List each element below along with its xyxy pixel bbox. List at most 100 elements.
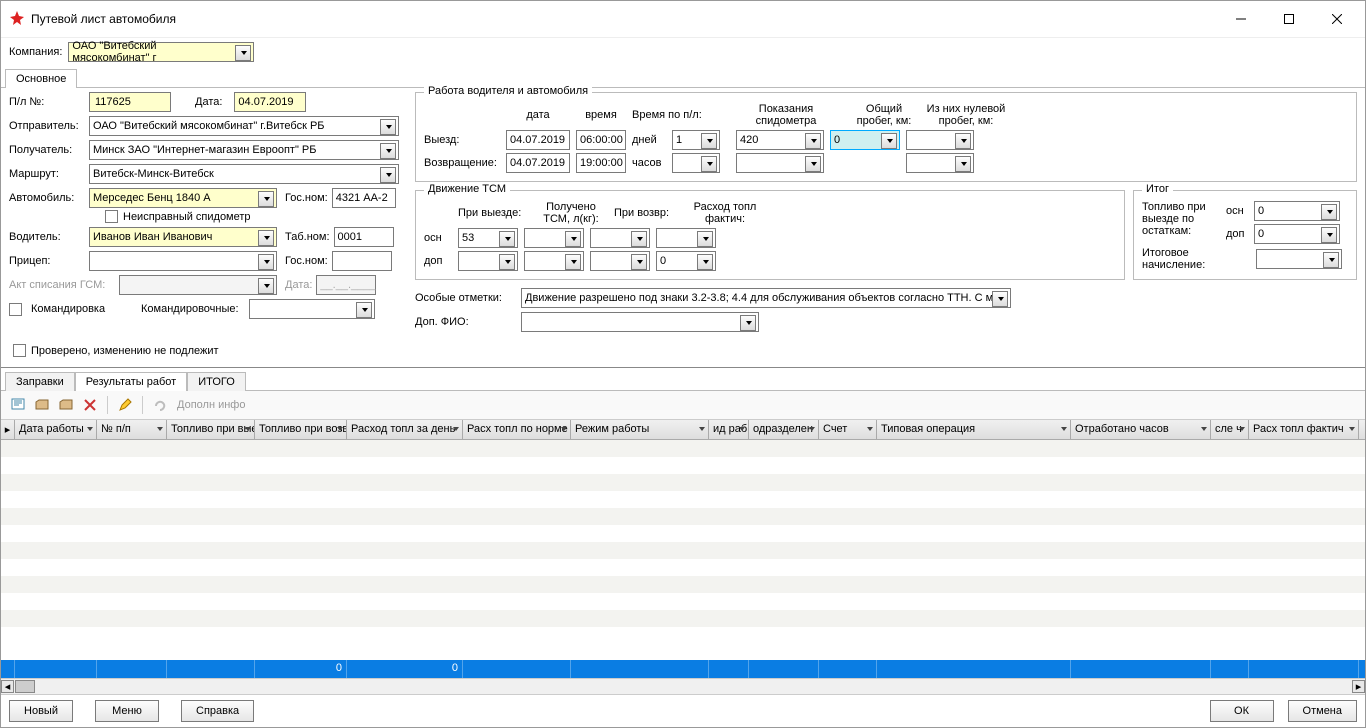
ret-date-field[interactable]: 04.07.2019 <box>506 153 570 173</box>
extra-fio-label: Доп. ФИО: <box>415 316 515 328</box>
table-row[interactable] <box>1 542 1365 559</box>
hours-field[interactable] <box>672 153 720 173</box>
itog-osn-field[interactable]: 0 <box>1254 201 1340 221</box>
open-button[interactable] <box>31 394 53 416</box>
tsm-dop-recv[interactable] <box>524 251 584 271</box>
special-notes-label: Особые отметки: <box>415 292 515 304</box>
table-row[interactable] <box>1 491 1365 508</box>
tsm-dop-fact[interactable]: 0 <box>656 251 716 271</box>
tab-results[interactable]: Результаты работ <box>75 372 187 391</box>
pl-no-field[interactable] <box>89 92 171 112</box>
table-row[interactable] <box>1 508 1365 525</box>
scroll-right-arrow[interactable]: ▸ <box>1352 680 1365 693</box>
zero-km-ret-field[interactable] <box>906 153 974 173</box>
total-cell <box>1211 660 1249 678</box>
table-row[interactable] <box>1 627 1365 644</box>
col-header[interactable]: одразделен <box>749 420 819 439</box>
sender-select[interactable]: ОАО "Витебский мясокомбинат" г.Витебск Р… <box>89 116 399 136</box>
faulty-spido-label: Неисправный спидометр <box>123 211 251 223</box>
date-field[interactable]: 04.07.2019 <box>234 92 306 112</box>
tsm-osn-fact[interactable] <box>656 228 716 248</box>
route-select[interactable]: Витебск-Минск-Витебск <box>89 164 399 184</box>
days-field[interactable]: 1 <box>672 130 720 150</box>
col-header[interactable]: сле ч <box>1211 420 1249 439</box>
tsm-dop-out[interactable] <box>458 251 518 271</box>
trip-money-label: Командировочные: <box>141 303 239 315</box>
close-button[interactable] <box>1317 5 1357 33</box>
table-row[interactable] <box>1 576 1365 593</box>
col-header[interactable]: Дата работы <box>15 420 97 439</box>
col-header[interactable]: Расход топл за день <box>347 420 463 439</box>
col-header[interactable]: Типовая операция <box>877 420 1071 439</box>
col-header[interactable]: Счет <box>819 420 877 439</box>
trip-checkbox[interactable] <box>9 303 22 316</box>
trailer-gosnom-field[interactable] <box>332 251 392 271</box>
col-header[interactable]: № п/п <box>97 420 167 439</box>
scroll-thumb[interactable] <box>15 680 35 693</box>
faulty-spido-checkbox[interactable] <box>105 210 118 223</box>
new-row-button[interactable] <box>7 394 29 416</box>
tsm-osn-ret[interactable] <box>590 228 650 248</box>
col-header[interactable]: Отработано часов <box>1071 420 1211 439</box>
table-row[interactable] <box>1 610 1365 627</box>
col-header[interactable]: ид раб <box>709 420 749 439</box>
company-label: Компания: <box>9 46 62 58</box>
receiver-select[interactable]: Минск ЗАО "Интернет-магазин Евроопт" РБ <box>89 140 399 160</box>
new-button[interactable]: Новый <box>9 700 73 722</box>
trailer-select[interactable] <box>89 251 277 271</box>
tabnom-field[interactable]: 0001 <box>334 227 394 247</box>
menu-button[interactable]: Меню <box>95 700 159 722</box>
out-time-field[interactable]: 06:00:00 <box>576 130 626 150</box>
col-header[interactable]: Режим работы <box>571 420 709 439</box>
extra-fio-select[interactable] <box>521 312 759 332</box>
out-date-field[interactable]: 04.07.2019 <box>506 130 570 150</box>
special-notes-select[interactable]: Движение разрешено под знаки 3.2-3.8; 4.… <box>521 288 1011 308</box>
delete-button[interactable] <box>79 394 101 416</box>
trailer-label: Прицеп: <box>9 255 85 267</box>
col-header[interactable]: Расх топл по норме <box>463 420 571 439</box>
col-header[interactable]: Топливо при возвр <box>255 420 347 439</box>
grid-body[interactable] <box>1 440 1365 660</box>
maximize-button[interactable] <box>1269 5 1309 33</box>
col-header[interactable]: ▸ <box>1 420 15 439</box>
ret-time-field[interactable]: 19:00:00 <box>576 153 626 173</box>
edit-button[interactable] <box>114 394 136 416</box>
col-header[interactable]: Топливо при выезде <box>167 420 255 439</box>
tab-total[interactable]: ИТОГО <box>187 372 246 391</box>
tsm-osn-out[interactable]: 53 <box>458 228 518 248</box>
table-row[interactable] <box>1 474 1365 491</box>
table-row[interactable] <box>1 525 1365 542</box>
driver-select[interactable]: Иванов Иван Иванович <box>89 227 277 247</box>
itog-dop-field[interactable]: 0 <box>1254 224 1340 244</box>
verified-label: Проверено, изменению не подлежит <box>31 345 219 357</box>
trip-money-select[interactable] <box>249 299 375 319</box>
table-row[interactable] <box>1 457 1365 474</box>
zero-km-out-field[interactable] <box>906 130 974 150</box>
cancel-button[interactable]: Отмена <box>1288 700 1357 722</box>
tsm-osn-recv[interactable] <box>524 228 584 248</box>
company-select[interactable]: ОАО "Витебский мясокомбинат" г <box>68 42 254 62</box>
spido-ret-field[interactable] <box>736 153 824 173</box>
vehicle-select[interactable]: Мерседес Бенц 1840 А <box>89 188 277 208</box>
tsm-dop-ret[interactable] <box>590 251 650 271</box>
gosnom-field[interactable]: 4321 АА-2 <box>332 188 396 208</box>
horizontal-scrollbar[interactable]: ◂ ▸ <box>1 678 1365 694</box>
scroll-left-arrow[interactable]: ◂ <box>1 680 14 693</box>
itog-final-field[interactable] <box>1256 249 1342 269</box>
act-label: Акт списания ГСМ: <box>9 279 115 291</box>
help-button[interactable]: Справка <box>181 700 254 722</box>
col-header[interactable]: Расх топл фактич <box>1249 420 1359 439</box>
ok-button[interactable]: ОК <box>1210 700 1274 722</box>
verified-checkbox[interactable] <box>13 344 26 357</box>
tab-main[interactable]: Основное <box>5 69 77 88</box>
table-row[interactable] <box>1 559 1365 576</box>
tab-refuel[interactable]: Заправки <box>5 372 75 391</box>
table-row[interactable] <box>1 593 1365 610</box>
minimize-button[interactable] <box>1221 5 1261 33</box>
gosnom-label: Гос.ном: <box>285 192 328 204</box>
spido-out-field[interactable]: 420 <box>736 130 824 150</box>
table-row[interactable] <box>1 440 1365 457</box>
title-bar: Путевой лист автомобиля <box>1 1 1365 38</box>
open-button-2[interactable] <box>55 394 77 416</box>
total-km-field[interactable]: 0 <box>830 130 900 150</box>
